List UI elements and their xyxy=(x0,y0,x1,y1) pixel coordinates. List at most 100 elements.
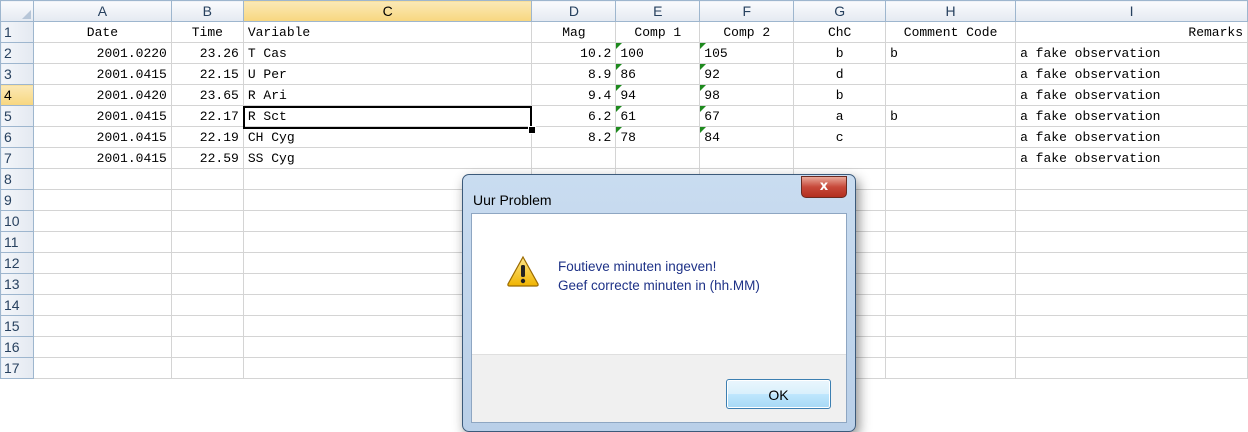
cell-h13[interactable] xyxy=(885,273,1017,295)
cell-b14[interactable] xyxy=(170,294,244,316)
cell-i10[interactable] xyxy=(1015,210,1248,232)
column-header-h[interactable]: H xyxy=(885,0,1017,22)
cell-c2[interactable]: T Cas xyxy=(242,42,533,64)
row-header-10[interactable]: 10 xyxy=(0,210,34,232)
cell-i8[interactable] xyxy=(1015,168,1248,190)
cell-b7[interactable]: 22.59 xyxy=(170,147,244,169)
cell-b13[interactable] xyxy=(170,273,244,295)
close-button[interactable]: x xyxy=(801,176,847,198)
cell-a2[interactable]: 2001.0220 xyxy=(32,42,172,64)
cell-a17[interactable] xyxy=(32,357,172,379)
cell-h1[interactable]: Comment Code xyxy=(885,21,1017,43)
cell-i15[interactable] xyxy=(1015,315,1248,337)
row-header-15[interactable]: 15 xyxy=(0,315,34,337)
cell-h5[interactable]: b xyxy=(885,105,1017,127)
cell-c5[interactable]: R Sct xyxy=(242,105,533,127)
cell-a16[interactable] xyxy=(32,336,172,358)
cell-b1[interactable]: Time xyxy=(170,21,244,43)
cell-h14[interactable] xyxy=(885,294,1017,316)
cell-a4[interactable]: 2001.0420 xyxy=(32,84,172,106)
cell-i7[interactable]: a fake observation xyxy=(1015,147,1248,169)
cell-a1[interactable]: Date xyxy=(32,21,172,43)
cell-h16[interactable] xyxy=(885,336,1017,358)
row-header-17[interactable]: 17 xyxy=(0,357,34,379)
cell-f7[interactable] xyxy=(699,147,795,169)
cell-i4[interactable]: a fake observation xyxy=(1015,84,1248,106)
cell-e7[interactable] xyxy=(615,147,701,169)
cell-g7[interactable] xyxy=(793,147,887,169)
cell-h10[interactable] xyxy=(885,210,1017,232)
cell-e4[interactable]: 94 xyxy=(615,84,701,106)
cell-f3[interactable]: 92 xyxy=(699,63,795,85)
cell-i9[interactable] xyxy=(1015,189,1248,211)
column-header-f[interactable]: F xyxy=(699,0,795,22)
cell-a8[interactable] xyxy=(32,168,172,190)
cell-d2[interactable]: 10.2 xyxy=(531,42,617,64)
row-header-9[interactable]: 9 xyxy=(0,189,34,211)
row-header-12[interactable]: 12 xyxy=(0,252,34,274)
cell-a15[interactable] xyxy=(32,315,172,337)
cell-h6[interactable] xyxy=(885,126,1017,148)
cell-c3[interactable]: U Per xyxy=(242,63,533,85)
cell-b9[interactable] xyxy=(170,189,244,211)
cell-h17[interactable] xyxy=(885,357,1017,379)
cell-c7[interactable]: SS Cyg xyxy=(242,147,533,169)
select-all-corner[interactable] xyxy=(0,0,34,22)
cell-e6[interactable]: 78 xyxy=(615,126,701,148)
row-header-13[interactable]: 13 xyxy=(0,273,34,295)
column-header-e[interactable]: E xyxy=(615,0,701,22)
cell-d4[interactable]: 9.4 xyxy=(531,84,617,106)
cell-a11[interactable] xyxy=(32,231,172,253)
row-header-14[interactable]: 14 xyxy=(0,294,34,316)
cell-h15[interactable] xyxy=(885,315,1017,337)
cell-d7[interactable] xyxy=(531,147,617,169)
cell-b12[interactable] xyxy=(170,252,244,274)
column-header-a[interactable]: A xyxy=(32,0,172,22)
cell-b2[interactable]: 23.26 xyxy=(170,42,244,64)
cell-i17[interactable] xyxy=(1015,357,1248,379)
cell-b10[interactable] xyxy=(170,210,244,232)
cell-a3[interactable]: 2001.0415 xyxy=(32,63,172,85)
cell-g2[interactable]: b xyxy=(793,42,887,64)
row-header-1[interactable]: 1 xyxy=(0,21,34,43)
cell-b3[interactable]: 22.15 xyxy=(170,63,244,85)
cell-c1[interactable]: Variable xyxy=(242,21,533,43)
column-header-g[interactable]: G xyxy=(793,0,887,22)
cell-e5[interactable]: 61 xyxy=(615,105,701,127)
cell-a12[interactable] xyxy=(32,252,172,274)
cell-g6[interactable]: c xyxy=(793,126,887,148)
cell-g4[interactable]: b xyxy=(793,84,887,106)
row-header-2[interactable]: 2 xyxy=(0,42,34,64)
cell-h4[interactable] xyxy=(885,84,1017,106)
cell-a14[interactable] xyxy=(32,294,172,316)
cell-i2[interactable]: a fake observation xyxy=(1015,42,1248,64)
cell-f2[interactable]: 105 xyxy=(699,42,795,64)
cell-h8[interactable] xyxy=(885,168,1017,190)
cell-d6[interactable]: 8.2 xyxy=(531,126,617,148)
column-header-d[interactable]: D xyxy=(531,0,617,22)
cell-g3[interactable]: d xyxy=(793,63,887,85)
cell-g5[interactable]: a xyxy=(793,105,887,127)
cell-b16[interactable] xyxy=(170,336,244,358)
cell-b6[interactable]: 22.19 xyxy=(170,126,244,148)
cell-b5[interactable]: 22.17 xyxy=(170,105,244,127)
cell-i11[interactable] xyxy=(1015,231,1248,253)
row-header-5[interactable]: 5 xyxy=(0,105,34,127)
cell-a7[interactable]: 2001.0415 xyxy=(32,147,172,169)
row-header-16[interactable]: 16 xyxy=(0,336,34,358)
cell-i5[interactable]: a fake observation xyxy=(1015,105,1248,127)
cell-b15[interactable] xyxy=(170,315,244,337)
cell-b17[interactable] xyxy=(170,357,244,379)
cell-f4[interactable]: 98 xyxy=(699,84,795,106)
cell-a10[interactable] xyxy=(32,210,172,232)
cell-g1[interactable]: ChC xyxy=(793,21,887,43)
column-header-i[interactable]: I xyxy=(1015,0,1248,22)
row-header-7[interactable]: 7 xyxy=(0,147,34,169)
cell-d1[interactable]: Mag xyxy=(531,21,617,43)
cell-b4[interactable]: 23.65 xyxy=(170,84,244,106)
row-header-6[interactable]: 6 xyxy=(0,126,34,148)
cell-a5[interactable]: 2001.0415 xyxy=(32,105,172,127)
cell-c4[interactable]: R Ari xyxy=(242,84,533,106)
cell-c6[interactable]: CH Cyg xyxy=(242,126,533,148)
cell-i16[interactable] xyxy=(1015,336,1248,358)
